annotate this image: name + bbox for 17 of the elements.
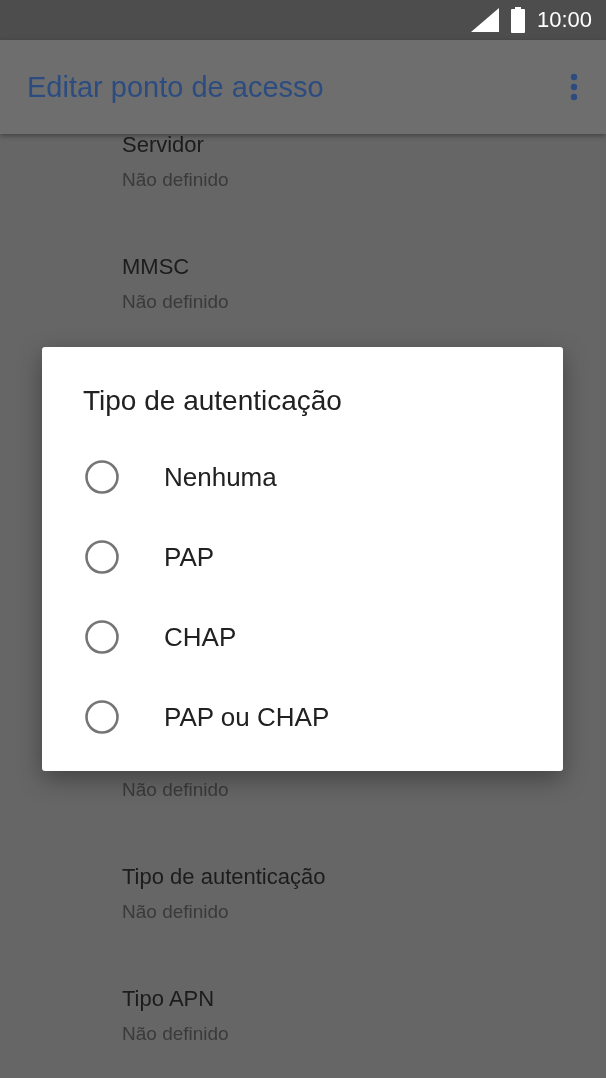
setting-title: Tipo de autenticação	[122, 864, 326, 889]
clock-time: 10:00	[536, 7, 592, 33]
option-label[interactable]: CHAP	[164, 621, 237, 653]
option-label[interactable]: Nenhuma	[164, 461, 277, 493]
signal-icon	[470, 8, 499, 32]
option-label[interactable]: PAP ou CHAP	[164, 701, 330, 733]
setting-title: Tipo APN	[122, 986, 215, 1011]
dialog-title: Tipo de autenticação	[82, 384, 342, 418]
radio-button[interactable]	[85, 620, 119, 654]
battery-icon	[510, 7, 525, 33]
option-label[interactable]: PAP	[164, 541, 215, 573]
radio-button[interactable]	[85, 460, 119, 494]
setting-title: Servidor	[122, 132, 204, 157]
screen-title: Editar ponto de acesso	[27, 70, 324, 104]
radio-button[interactable]	[85, 540, 119, 574]
setting-title: MMSC	[122, 254, 190, 279]
radio-button[interactable]	[85, 700, 119, 734]
